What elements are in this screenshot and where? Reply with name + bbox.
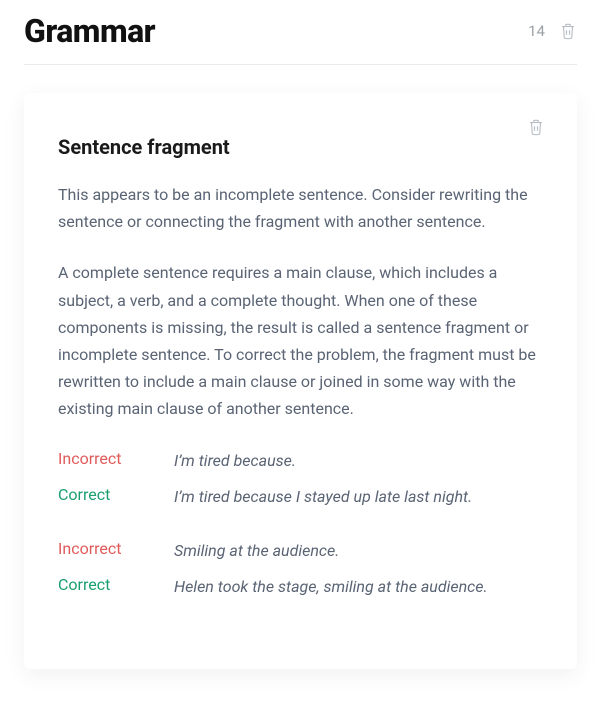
example-row: Incorrect Smiling at the audience. xyxy=(58,539,543,563)
issue-count: 14 xyxy=(528,22,545,40)
page-title: Grammar xyxy=(24,12,155,50)
correct-label: Correct xyxy=(58,485,174,504)
card-intro-text: This appears to be an incomplete sentenc… xyxy=(58,181,543,235)
example-group: Incorrect Smiling at the audience. Corre… xyxy=(58,539,543,599)
delete-card-button[interactable] xyxy=(527,117,545,137)
header-right: 14 xyxy=(528,21,577,41)
incorrect-label: Incorrect xyxy=(58,449,174,468)
example-correct-text: Helen took the stage, smiling at the aud… xyxy=(174,575,543,599)
correct-label: Correct xyxy=(58,575,174,594)
example-incorrect-text: I’m tired because. xyxy=(174,449,543,473)
issue-card: Sentence fragment This appears to be an … xyxy=(24,93,577,669)
trash-icon xyxy=(527,117,545,137)
example-row: Incorrect I’m tired because. xyxy=(58,449,543,473)
example-incorrect-text: Smiling at the audience. xyxy=(174,539,543,563)
example-row: Correct Helen took the stage, smiling at… xyxy=(58,575,543,599)
example-row: Correct I’m tired because I stayed up la… xyxy=(58,485,543,509)
example-correct-text: I’m tired because I stayed up late last … xyxy=(174,485,543,509)
example-group: Incorrect I’m tired because. Correct I’m… xyxy=(58,449,543,509)
delete-all-button[interactable] xyxy=(559,21,577,41)
examples-section: Incorrect I’m tired because. Correct I’m… xyxy=(58,449,543,599)
card-detail-text: A complete sentence requires a main clau… xyxy=(58,259,543,422)
card-title: Sentence fragment xyxy=(58,135,543,159)
card-body: This appears to be an incomplete sentenc… xyxy=(58,181,543,423)
page-header: Grammar 14 xyxy=(24,12,577,65)
trash-icon xyxy=(559,21,577,41)
incorrect-label: Incorrect xyxy=(58,539,174,558)
